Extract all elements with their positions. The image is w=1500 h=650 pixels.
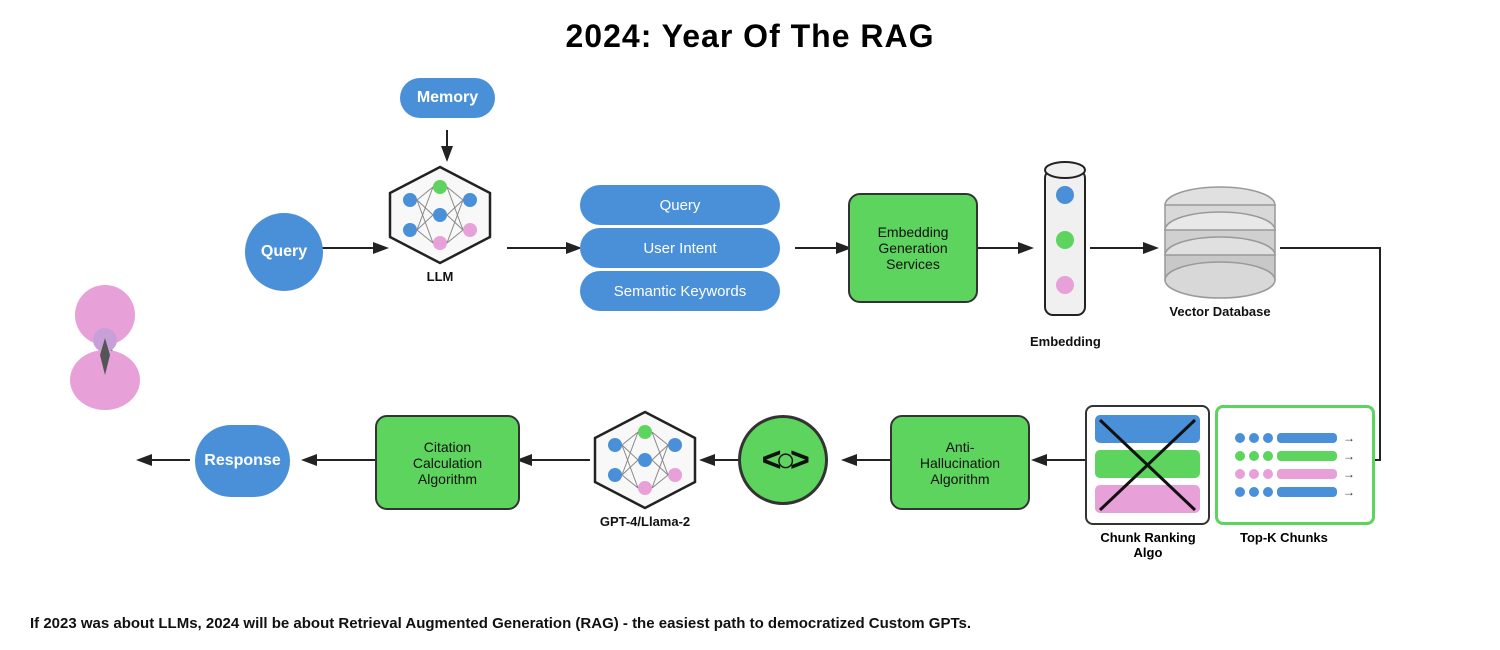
prompt-container: <○> Prompt: [760, 415, 806, 436]
response-circle: Response: [195, 425, 290, 497]
memory-node: Memory: [400, 78, 495, 118]
llm-label: LLM: [427, 269, 454, 284]
anti-hallucination-node: Anti- Hallucination Algorithm: [890, 415, 1030, 510]
person-icon: [55, 280, 155, 415]
topk-chunks-box: → → → →: [1215, 405, 1375, 525]
query-circle: Query: [245, 213, 323, 291]
citation-algo-node: Citation Calculation Algorithm: [375, 415, 520, 510]
vector-db-label: Vector Database: [1169, 304, 1270, 319]
llm-hex: [385, 165, 495, 265]
gpt-label: GPT-4/Llama-2: [600, 514, 690, 529]
gpt-hex: [590, 410, 700, 510]
chunk-rank-label: Chunk Ranking Algo: [1088, 530, 1208, 560]
embedding-label: Embedding: [1030, 334, 1101, 349]
semantic-keywords-pill: Semantic Keywords: [580, 271, 780, 311]
query-pill: Query: [580, 185, 780, 225]
llm-hex-container: LLM: [385, 165, 495, 284]
arrows-overlay: [0, 0, 1500, 650]
page-title: 2024: Year Of The RAG: [0, 0, 1500, 55]
prompt-circle: <○>: [738, 415, 828, 505]
vector-db-node: Vector Database: [1155, 180, 1285, 319]
diagram-container: 2024: Year Of The RAG: [0, 0, 1500, 650]
embedding-gen-node: Embedding Generation Services: [848, 193, 978, 303]
embedding-cylinder: Embedding: [1030, 150, 1101, 349]
bottom-text: If 2023 was about LLMs, 2024 will be abo…: [30, 615, 1470, 632]
gpt-hex-container: GPT-4/Llama-2: [590, 410, 700, 529]
user-intent-pill: User Intent: [580, 228, 780, 268]
chunk-rank-box: [1085, 405, 1210, 525]
topk-label: Top-K Chunks: [1240, 530, 1328, 545]
